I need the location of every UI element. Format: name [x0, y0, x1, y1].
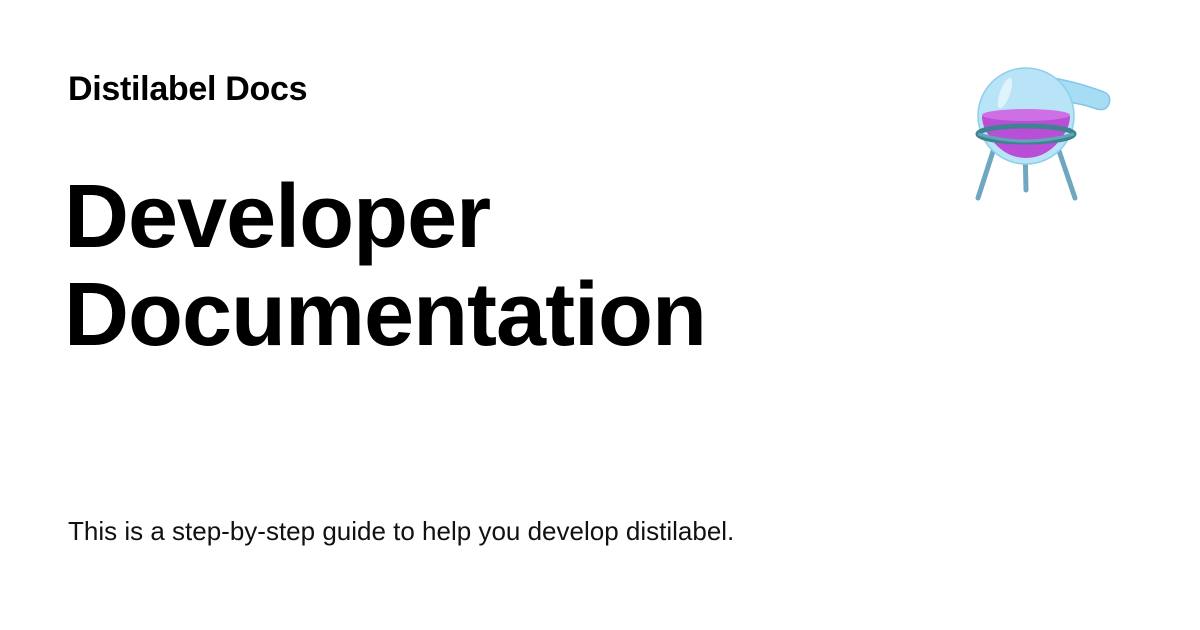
- page-description: This is a step-by-step guide to help you…: [68, 516, 735, 546]
- site-name: Distilabel Docs: [68, 70, 308, 108]
- page-title: Developer Documentation: [64, 168, 884, 364]
- distilabel-flask-icon: [975, 67, 1111, 201]
- page-title-line-2: Documentation: [64, 265, 707, 365]
- social-card: Distilabel Docs Developer Documentation …: [0, 0, 1200, 630]
- page-title-line-1: Developer: [64, 167, 491, 267]
